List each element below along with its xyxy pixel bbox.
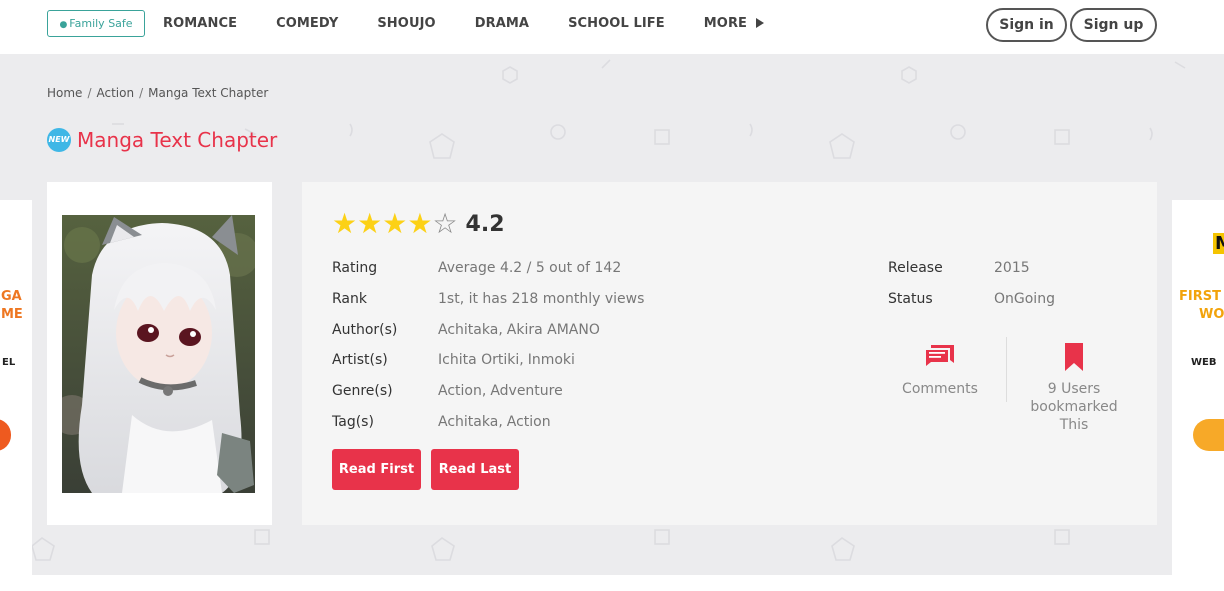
- genre-link[interactable]: Action: [438, 383, 482, 399]
- tag-link[interactable]: Achitaka: [438, 414, 498, 430]
- right-ad-line3: WEB: [1191, 357, 1217, 368]
- detail-value: Achitaka, Action: [438, 414, 551, 430]
- page-title: Manga Text Chapter: [77, 128, 278, 152]
- left-ad-button[interactable]: [0, 419, 11, 451]
- right-ad-logo: M: [1213, 233, 1224, 254]
- star-filled-icon[interactable]: ★: [382, 210, 407, 238]
- comma: ,: [481, 383, 487, 400]
- breadcrumb-current: Manga Text Chapter: [148, 86, 269, 100]
- detail-value: Average 4.2 / 5 out of 142: [438, 260, 622, 276]
- nav-item-more[interactable]: MORE: [703, 15, 765, 31]
- nav-item-shoujo[interactable]: SHOUJO: [377, 16, 435, 31]
- breadcrumb: Home / Action / Manga Text Chapter: [47, 86, 268, 100]
- hero-band: [0, 54, 1224, 200]
- title-row: NEW Manga Text Chapter: [47, 128, 277, 152]
- comments-icon: [926, 345, 954, 366]
- family-safe-toggle[interactable]: ● Family Safe: [47, 10, 145, 37]
- comma: ,: [498, 321, 503, 338]
- breadcrumb-separator: /: [87, 86, 92, 100]
- detail-label: Author(s): [332, 321, 398, 338]
- right-ad-line1: FIRST: [1179, 289, 1221, 304]
- new-badge: NEW: [47, 128, 71, 152]
- genre-link[interactable]: Adventure: [490, 383, 562, 399]
- sign-in-button[interactable]: Sign in: [986, 8, 1067, 42]
- star-filled-icon[interactable]: ★: [332, 210, 357, 238]
- nav-item-comedy[interactable]: COMEDY: [276, 16, 338, 31]
- author-link[interactable]: Akira AMANO: [507, 322, 600, 338]
- bookmark-stat[interactable]: 9 Users bookmarked This: [1024, 342, 1124, 434]
- decorative-pattern: [112, 59, 1186, 159]
- breadcrumb-home[interactable]: Home: [47, 86, 82, 100]
- cover-illustration: [62, 215, 255, 493]
- nav-item-school-life[interactable]: SCHOOL LIFE: [568, 16, 665, 31]
- right-ad-banner[interactable]: M FIRST WOR WEB: [1172, 203, 1224, 503]
- manga-info-panel: ★ ★ ★ ★ ☆ 4.2 Rating Average 4.2 / 5 out…: [302, 182, 1157, 525]
- detail-value: Action, Adventure: [438, 383, 563, 399]
- detail-value: Ichita Ortiki, Inmoki: [438, 352, 575, 368]
- caret-right-icon: [756, 18, 765, 28]
- comma: ,: [498, 413, 503, 430]
- detail-label: Status: [888, 291, 933, 307]
- left-ad-banner[interactable]: GA ME EL: [0, 203, 32, 503]
- detail-value: 2015: [994, 260, 1030, 276]
- detail-value: 1st, it has 218 monthly views: [438, 290, 645, 307]
- top-header: ● Family Safe ROMANCE COMEDY SHOUJO DRAMA…: [0, 0, 1224, 54]
- rating-stars: ★ ★ ★ ★ ☆ 4.2: [332, 210, 505, 238]
- detail-label: Release: [888, 260, 943, 276]
- main-nav: ROMANCE COMEDY SHOUJO DRAMA SCHOOL LIFE …: [163, 0, 803, 46]
- detail-label: Rating: [332, 260, 378, 276]
- right-ad-line2: WOR: [1199, 307, 1224, 322]
- star-filled-icon[interactable]: ★: [357, 210, 382, 238]
- rating-score: 4.2: [465, 211, 505, 237]
- stat-divider: [1006, 337, 1007, 402]
- bookmark-icon: [1065, 343, 1083, 371]
- left-ad-line2: ME: [1, 307, 23, 322]
- breadcrumb-separator: /: [139, 86, 144, 100]
- left-ad-line1: GA: [1, 289, 22, 304]
- detail-label: Genre(s): [332, 383, 393, 400]
- comments-label: Comments: [902, 381, 978, 397]
- detail-label: Artist(s): [332, 352, 388, 369]
- artist-link[interactable]: Inmoki: [528, 352, 575, 368]
- breadcrumb-action[interactable]: Action: [96, 86, 134, 100]
- bookmark-label: 9 Users bookmarked This: [1030, 381, 1118, 433]
- nav-more-label: MORE: [703, 15, 748, 31]
- author-link[interactable]: Achitaka: [438, 322, 498, 338]
- detail-value: OnGoing: [994, 291, 1055, 307]
- read-last-button[interactable]: Read Last: [431, 449, 519, 490]
- detail-value: Achitaka, Akira AMANO: [438, 322, 600, 338]
- family-safe-label: Family Safe: [69, 17, 133, 30]
- dot-icon: ●: [59, 20, 68, 30]
- nav-item-romance[interactable]: ROMANCE: [163, 16, 237, 31]
- star-filled-icon[interactable]: ★: [407, 210, 432, 238]
- star-empty-icon[interactable]: ☆: [432, 210, 457, 238]
- comma: ,: [519, 352, 524, 369]
- cover-image[interactable]: [62, 215, 255, 493]
- comments-stat[interactable]: Comments: [892, 342, 988, 398]
- sign-up-button[interactable]: Sign up: [1070, 8, 1157, 42]
- left-ad-line3: EL: [2, 357, 16, 368]
- tag-link[interactable]: Action: [507, 414, 551, 430]
- artist-link[interactable]: Ichita Ortiki: [438, 352, 519, 368]
- nav-item-drama[interactable]: DRAMA: [475, 16, 529, 31]
- detail-label: Rank: [332, 290, 367, 307]
- read-first-button[interactable]: Read First: [332, 449, 421, 490]
- cover-card: [47, 182, 272, 525]
- right-ad-button[interactable]: [1193, 419, 1224, 451]
- detail-label: Tag(s): [332, 413, 374, 430]
